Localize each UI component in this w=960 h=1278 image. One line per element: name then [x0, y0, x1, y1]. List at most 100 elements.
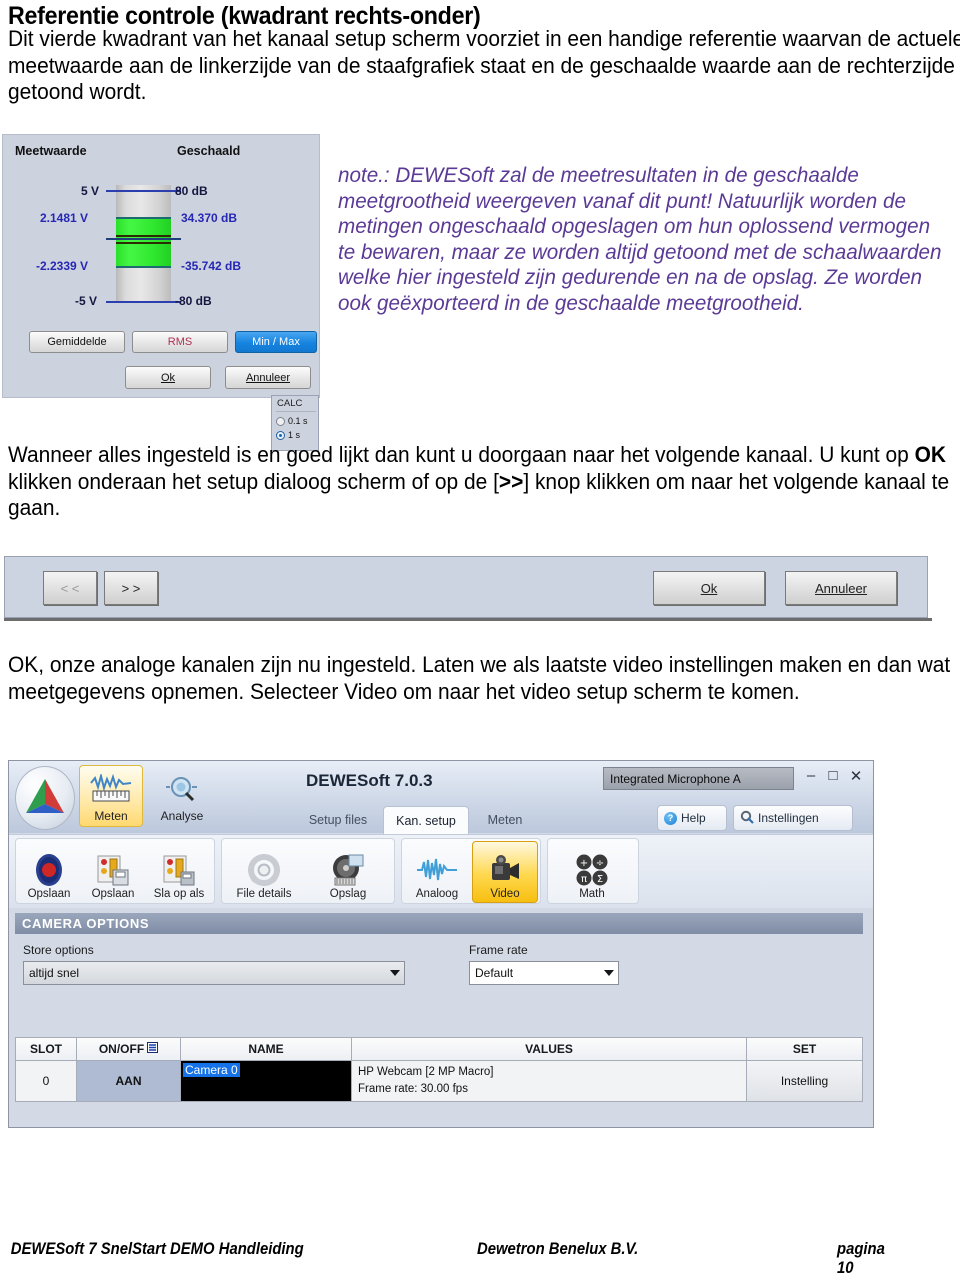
widget-cancel-button[interactable]: Annuleer [225, 366, 311, 389]
harddisk-icon [331, 852, 365, 888]
note-text: note.: DEWESoft zal de meetresultaten in… [338, 163, 942, 315]
next-channel-button[interactable]: > > [104, 571, 158, 605]
note-paragraph: note.: DEWESoft zal de meetresultaten in… [338, 163, 943, 317]
calc-group-title: CALC [277, 398, 303, 409]
help-button[interactable]: ? Help [657, 805, 727, 831]
radio-icon[interactable] [276, 430, 285, 440]
store-options-value: altijd snel [29, 966, 80, 980]
settings-button[interactable]: Instellingen [733, 805, 853, 831]
close-icon[interactable]: ✕ [847, 767, 865, 785]
frame-rate-select[interactable]: Default [469, 961, 619, 985]
scale-bottom-scaled: -80 dB [175, 294, 212, 308]
cell-values: HP Webcam [2 MP Macro] Frame rate: 30.00… [352, 1061, 747, 1102]
toolbar-item-sla-op-als-label: Sla op als [153, 888, 205, 900]
value-min-scaled: -35.742 dB [181, 259, 242, 273]
bar-graph-mean-line-upper [116, 235, 171, 237]
store-options-select[interactable]: altijd snel [23, 961, 405, 985]
settings-button-label: Instellingen [758, 811, 819, 825]
toolbar-item-math[interactable]: + ÷ π Σ Math [550, 841, 634, 903]
bottom-paragraph: OK, onze analoge kanalen zijn nu ingeste… [8, 652, 951, 704]
reference-control-widget: Meetwaarde Geschaald 5 V 80 dB 2.1481 V … [2, 134, 320, 451]
column-header-slot[interactable]: SLOT [15, 1037, 77, 1061]
save-as-icon [162, 852, 196, 888]
table-row[interactable]: 0 AAN Camera 0 HP Webcam [2 MP Macro] Fr… [15, 1061, 863, 1102]
footer-center: Dewetron Benelux B.V. [477, 1240, 639, 1258]
toolbar-item-opslaan-record-label: Opslaan [27, 888, 71, 900]
cell-settings-button[interactable]: Instelling [747, 1061, 863, 1102]
mode-button-analyse-label: Analyse [160, 809, 204, 823]
widget-ok-label: Ok [160, 371, 176, 384]
calc-option-1s[interactable]: 1 s [276, 430, 300, 440]
toolbar-item-opslag-label: Opslag [329, 888, 367, 900]
dialog-cancel-button[interactable]: Annuleer [785, 571, 897, 605]
calc-option-0_1s[interactable]: 0.1 s [276, 416, 308, 426]
device-select-value: Integrated Microphone A [610, 771, 741, 786]
help-button-label: Help [681, 811, 706, 825]
toolbar-item-file-details[interactable]: File details [224, 841, 304, 903]
minimize-icon[interactable]: – [802, 767, 820, 784]
toolbar-item-opslaan[interactable]: Opslaan [82, 841, 144, 903]
cell-name-input[interactable]: Camera 0 [181, 1061, 352, 1102]
mid-part-1: Wanneer alles ingesteld is en goed lijkt… [8, 442, 915, 467]
radio-icon[interactable] [276, 416, 285, 426]
column-header-name[interactable]: NAME [181, 1037, 352, 1061]
tab-kan-setup[interactable]: Kan. setup [383, 806, 469, 834]
toolbar-item-opslag[interactable]: Opslag [308, 841, 388, 903]
toolbar-group-file: File details Opslag [221, 838, 395, 904]
footer-right: pagina 10 [837, 1240, 885, 1277]
mid-bold-ok: OK [914, 442, 946, 467]
rms-button[interactable]: RMS [132, 331, 228, 353]
store-options-label: Store options [23, 943, 94, 957]
tab-meten[interactable]: Meten [472, 806, 538, 833]
waveform-icon [415, 852, 459, 888]
toolbar-item-math-label: Math [579, 888, 605, 900]
toolbar-group-math: + ÷ π Σ Math [547, 838, 639, 904]
question-icon: ? [664, 811, 677, 825]
tick-bottom [106, 301, 181, 303]
mode-button-meten[interactable]: Meten [79, 765, 143, 827]
device-select[interactable]: Integrated Microphone A [603, 767, 794, 790]
column-header-onoff[interactable]: ON/OFF [77, 1037, 181, 1061]
document-page: Referentie controle (kwadrant rechts-ond… [0, 0, 960, 1277]
mode-button-meten-label: Meten [94, 809, 128, 823]
column-header-values[interactable]: VALUES [352, 1037, 747, 1061]
dialog-ok-button[interactable]: Ok [653, 571, 765, 605]
list-icon [147, 1042, 159, 1056]
tick-min [116, 266, 171, 268]
measured-column-header: Meetwaarde [15, 144, 87, 158]
column-header-set[interactable]: SET [747, 1037, 863, 1061]
page-footer: DEWESoft 7 SnelStart DEMO Handleiding De… [0, 1240, 885, 1277]
widget-ok-button[interactable]: Ok [125, 366, 211, 389]
toolbar-item-sla-op-als[interactable]: Sla op als [148, 841, 210, 903]
minmax-button[interactable]: Min / Max [235, 331, 317, 353]
prev-channel-button[interactable]: < < [43, 571, 97, 605]
toolbar-item-analoog[interactable]: Analoog [404, 841, 470, 903]
dewesoft-logo-icon [15, 766, 75, 830]
waveform-ruler-icon [89, 772, 133, 807]
calc-option-1s-label: 1 s [288, 430, 301, 440]
tick-top [106, 190, 181, 192]
camera-grid-header: SLOT ON/OFF NAME VALUES SET [15, 1037, 863, 1061]
mode-button-analyse[interactable]: Analyse [150, 765, 214, 827]
record-icon [33, 852, 65, 888]
scaled-column-header: Geschaald [177, 144, 241, 158]
svg-text:+: + [580, 858, 588, 869]
svg-text:Σ: Σ [597, 874, 603, 885]
value-max-measured: 2.1481 V [40, 211, 89, 225]
dialog-cancel-label: Annuleer [814, 580, 868, 596]
camera-grid: SLOT ON/OFF NAME VALUES SET 0 AAN Camera… [15, 1037, 863, 1102]
app-title-bar: Meten Analyse DEWESoft 7.0.3 Integrated … [9, 761, 873, 834]
mid-bold-next: >> [498, 468, 524, 494]
app-toolbar: Opslaan Opslaan Sla op als File details … [9, 834, 873, 908]
average-button[interactable]: Gemiddelde [29, 331, 125, 353]
maximize-icon[interactable]: □ [824, 767, 842, 784]
camera-options-header: CAMERA OPTIONS [15, 913, 863, 934]
toolbar-item-opslaan-record[interactable]: Opslaan [18, 841, 80, 903]
scale-top-measured: 5 V [81, 184, 100, 198]
svg-text:÷: ÷ [596, 858, 604, 869]
toolbar-item-video[interactable]: Video [472, 841, 538, 903]
gear-icon [247, 852, 281, 888]
cell-onoff-toggle[interactable]: AAN [77, 1061, 181, 1102]
gear-wrench-icon [740, 810, 754, 827]
tab-setup-files[interactable]: Setup files [297, 806, 379, 833]
